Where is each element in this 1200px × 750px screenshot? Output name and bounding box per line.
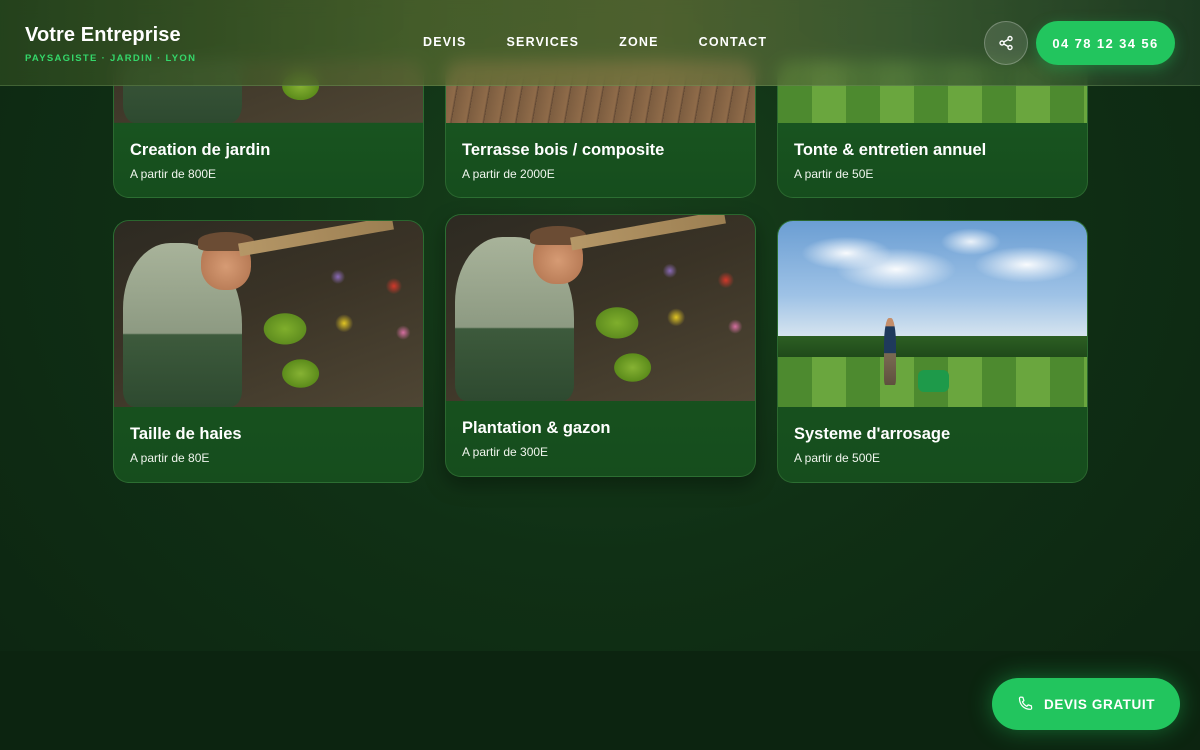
free-quote-label: DEVIS GRATUIT xyxy=(1044,696,1156,712)
free-quote-button[interactable]: DEVIS GRATUIT xyxy=(992,678,1180,730)
brand-tagline: PAYSAGISTE · JARDIN · LYON xyxy=(25,53,197,64)
service-title: Plantation & gazon xyxy=(462,419,611,437)
nav-link-zone[interactable]: ZONE xyxy=(619,35,659,49)
service-image xyxy=(114,221,423,407)
service-price: A partir de 80E xyxy=(130,451,210,465)
service-price: A partir de 2000E xyxy=(462,167,555,181)
service-price: A partir de 50E xyxy=(794,167,874,181)
service-card[interactable]: Systeme d'arrosage A partir de 500E xyxy=(777,220,1088,483)
service-card[interactable]: Taille de haies A partir de 80E xyxy=(113,220,424,483)
main-nav: DEVIS SERVICES ZONE CONTACT xyxy=(423,35,767,49)
nav-link-contact[interactable]: CONTACT xyxy=(699,35,768,49)
service-price: A partir de 800E xyxy=(130,167,217,181)
share-icon xyxy=(999,35,1013,51)
site-header: Votre Entreprise PAYSAGISTE · JARDIN · L… xyxy=(0,0,1200,86)
service-title: Systeme d'arrosage xyxy=(794,425,951,443)
share-button[interactable] xyxy=(984,21,1028,65)
service-image xyxy=(778,221,1087,407)
nav-link-devis[interactable]: DEVIS xyxy=(423,35,467,49)
service-title: Creation de jardin xyxy=(130,141,271,159)
nav-link-services[interactable]: SERVICES xyxy=(507,35,580,49)
service-title: Terrasse bois / composite xyxy=(462,141,665,159)
service-title: Tonte & entretien annuel xyxy=(794,141,987,159)
brand-name: Votre Entreprise xyxy=(25,24,181,46)
service-price: A partir de 300E xyxy=(462,445,549,459)
service-price: A partir de 500E xyxy=(794,451,881,465)
service-image xyxy=(446,215,755,401)
service-card[interactable]: Plantation & gazon A partir de 300E xyxy=(445,214,756,477)
brand[interactable]: Votre Entreprise PAYSAGISTE · JARDIN · L… xyxy=(25,24,196,64)
phone-icon xyxy=(1018,696,1033,710)
service-title: Taille de haies xyxy=(130,425,242,443)
phone-button[interactable]: 04 78 12 34 56 xyxy=(1036,21,1175,65)
